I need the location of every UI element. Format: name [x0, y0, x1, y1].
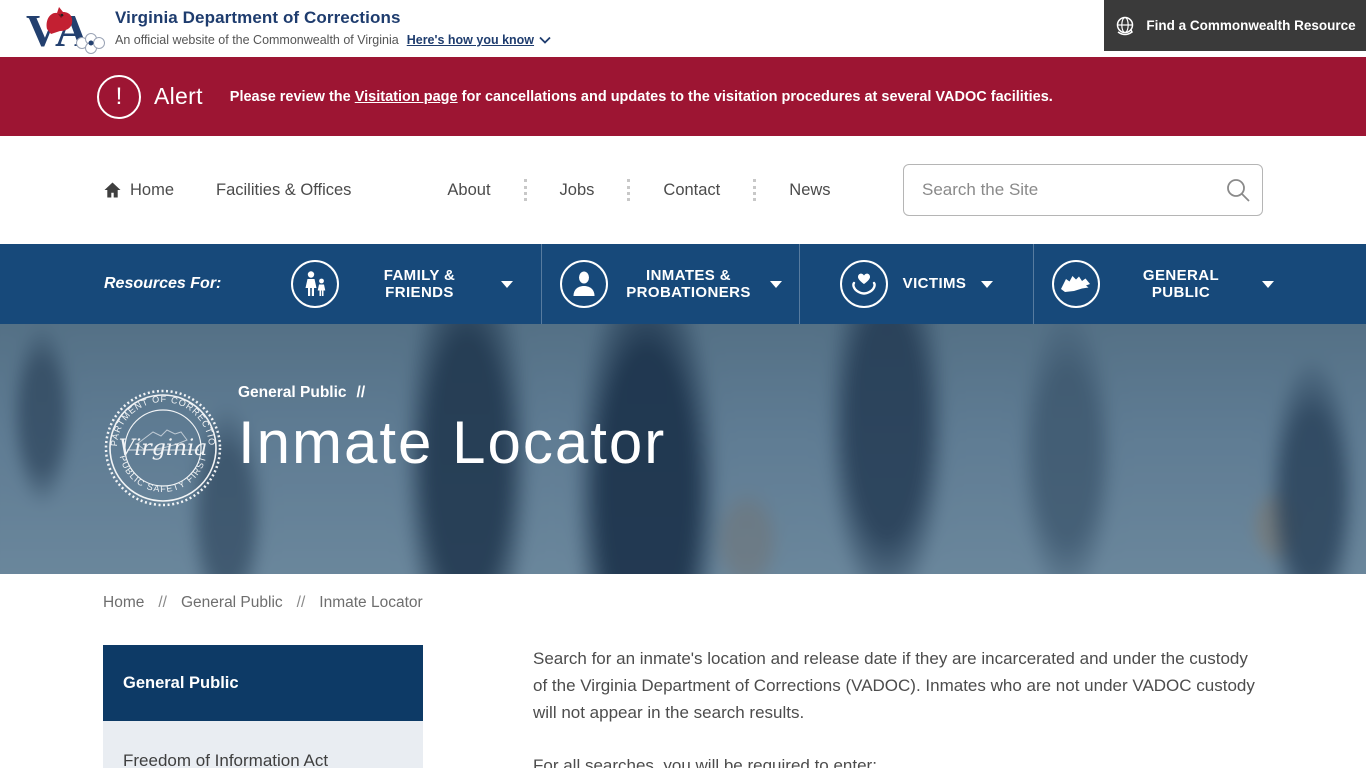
resources-bar: Resources For: FAMILY & FRIENDS INMATES …: [0, 244, 1366, 324]
breadcrumb: Home // General Public // Inmate Locator: [103, 594, 1263, 612]
alert-banner: ! Alert Please review the Visitation pag…: [0, 57, 1366, 136]
resources-dropdown-victims[interactable]: VICTIMS: [800, 244, 1034, 324]
caret-down-icon: [501, 281, 513, 288]
vadoc-seal: DEPARTMENT OF CORRECTIONS PUBLIC SAFETY …: [103, 388, 223, 508]
caret-down-icon: [981, 281, 993, 288]
sidebar-item-foia[interactable]: Freedom of Information Act: [103, 721, 423, 768]
page-content: General Public Freedom of Information Ac…: [103, 645, 1263, 768]
nav-separator: [627, 179, 630, 201]
resources-dropdown-family-friends[interactable]: FAMILY & FRIENDS: [262, 244, 542, 324]
main-article: Search for an inmate's location and rele…: [533, 645, 1263, 768]
caret-down-icon: [770, 281, 782, 288]
site-header: V A Virginia Department of Corrections A…: [0, 0, 1366, 57]
resources-dropdown-general-public[interactable]: GENERAL PUBLIC: [1034, 244, 1292, 324]
requirements-intro-paragraph: For all searches, you will be required t…: [533, 752, 1263, 768]
hero-banner: DEPARTMENT OF CORRECTIONS PUBLIC SAFETY …: [0, 324, 1366, 574]
site-search: [903, 164, 1263, 216]
nav-item-about[interactable]: About: [447, 181, 490, 200]
find-commonwealth-resource-button[interactable]: Find a Commonwealth Resource: [1104, 0, 1366, 51]
nav-separator: [753, 179, 756, 201]
svg-text:Virginia: Virginia: [119, 436, 208, 461]
intro-paragraph: Search for an inmate's location and rele…: [533, 645, 1263, 726]
heres-how-you-know-link[interactable]: Here's how you know: [407, 33, 551, 47]
virginia-state-icon: [1052, 260, 1100, 308]
search-icon[interactable]: [1225, 177, 1251, 203]
chevron-down-icon: [539, 36, 551, 44]
page-title: Inmate Locator: [238, 408, 666, 477]
alert-message: Please review the Visitation page for ca…: [230, 89, 1053, 105]
visitation-page-link[interactable]: Visitation page: [355, 89, 458, 105]
breadcrumb-home[interactable]: Home: [103, 594, 144, 612]
home-icon: [103, 181, 122, 199]
globe-icon: [1114, 15, 1136, 37]
hands-heart-icon: [840, 260, 888, 308]
family-icon: [291, 260, 339, 308]
hero-eyebrow: General Public //: [238, 384, 666, 402]
alert-icon: !: [97, 75, 141, 119]
person-bust-icon: [560, 260, 608, 308]
vadoc-va-logo[interactable]: V A: [25, 3, 107, 55]
caret-down-icon: [1262, 281, 1274, 288]
nav-item-contact[interactable]: Contact: [663, 181, 720, 200]
breadcrumb-current-page: Inmate Locator: [319, 594, 422, 612]
nav-item-facilities-offices[interactable]: Facilities & Offices: [216, 181, 351, 200]
main-navigation: Home Facilities & Offices About Jobs Con…: [0, 136, 1366, 244]
site-title: Virginia Department of Corrections: [115, 8, 551, 28]
hero-section-link[interactable]: General Public: [238, 384, 347, 402]
resources-dropdown-inmates-probationers[interactable]: INMATES & PROBATIONERS: [542, 244, 800, 324]
resources-for-label: Resources For:: [104, 244, 262, 324]
search-input[interactable]: [903, 164, 1263, 216]
breadcrumb-general-public[interactable]: General Public: [181, 594, 283, 612]
nav-separator: [524, 179, 527, 201]
sidebar-header-general-public[interactable]: General Public: [103, 645, 423, 721]
nav-item-news[interactable]: News: [789, 181, 830, 200]
alert-label: Alert: [154, 83, 203, 110]
resources-bar-spacer: [1292, 244, 1366, 324]
nav-item-jobs[interactable]: Jobs: [560, 181, 595, 200]
nav-item-home[interactable]: Home: [103, 181, 174, 200]
sidebar-menu: General Public Freedom of Information Ac…: [103, 645, 423, 768]
official-site-text: An official website of the Commonwealth …: [115, 33, 399, 47]
